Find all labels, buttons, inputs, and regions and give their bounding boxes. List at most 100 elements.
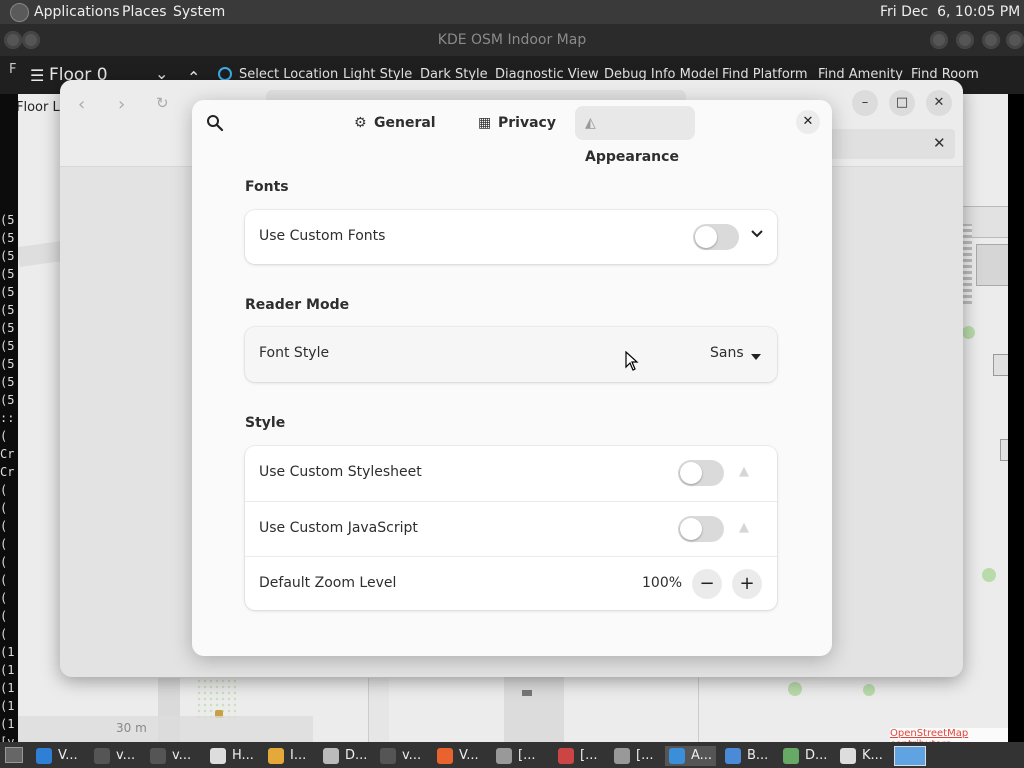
dropdown-arrow-icon[interactable] <box>750 347 762 366</box>
app-icon <box>150 747 166 764</box>
taskbar-item-label: B... <box>747 748 769 763</box>
browser-close-button[interactable]: ✕ <box>926 90 952 116</box>
taskbar-item-label: [... <box>580 748 598 763</box>
chevron-down-icon[interactable] <box>750 226 764 245</box>
app-title-bar: KDE OSM Indoor Map <box>0 24 1024 56</box>
tab-general[interactable]: ⚙ General <box>344 106 448 140</box>
terminal-line: (1 <box>0 699 15 713</box>
terminal-line: (1 <box>0 663 15 677</box>
dialog-close-button[interactable]: ✕ <box>796 110 820 134</box>
toggle-knob <box>695 226 717 248</box>
map-attribution[interactable]: OpenStreetMap contributors <box>890 728 1008 742</box>
system-menu[interactable]: System <box>173 4 225 20</box>
browser-maximize-button[interactable]: □ <box>889 90 915 116</box>
taskbar-item[interactable]: K... <box>840 746 883 766</box>
preferences-dialog: ⚙ General ▦ Privacy ◭ Appearance ✕ Fonts Us… <box>192 100 832 656</box>
terminal-line: ( <box>0 519 8 533</box>
minimize-button[interactable] <box>930 31 948 49</box>
edit-stylesheet-icon: ▲ <box>739 464 749 479</box>
app-icon <box>783 747 799 764</box>
zoom-out-button[interactable]: − <box>692 569 722 599</box>
hamburger-menu-icon[interactable]: ☰ <box>30 66 44 85</box>
terminal-line: (5 <box>0 213 15 227</box>
workspace-switcher[interactable] <box>894 746 926 766</box>
window-menu-button[interactable] <box>4 31 22 49</box>
places-menu[interactable]: Places <box>122 4 167 20</box>
zoom-level-label: Default Zoom Level <box>259 575 397 591</box>
taskbar-item[interactable]: D... <box>323 746 367 766</box>
terminal-line: (1 <box>0 681 15 695</box>
appearance-icon: ◭ <box>585 115 596 131</box>
map-crosswalk <box>962 224 972 304</box>
taskbar-item-label: v... <box>116 748 136 763</box>
zoom-level-value: 100% <box>642 575 683 591</box>
taskbar-item-label: I... <box>290 748 307 763</box>
gear-icon: ⚙ <box>354 115 367 131</box>
fonts-card: Use Custom Fonts <box>245 210 777 264</box>
app-icon <box>323 747 339 764</box>
forward-icon[interactable]: › <box>118 94 125 115</box>
tab-privacy[interactable]: ▦ Privacy <box>468 106 568 140</box>
terminal-strip[interactable]: (5 (5 (5 (5 (5 (5 (5 (5 (5 (5 (5::(Cr Cr((((((((((1… <box>0 94 18 749</box>
custom-javascript-toggle[interactable] <box>678 516 724 542</box>
taskbar-item[interactable]: [... <box>558 746 597 766</box>
tab-appearance-label: Appearance <box>585 149 679 165</box>
taskbar-item[interactable]: A... <box>665 746 717 766</box>
font-style-row[interactable]: Font Style Sans <box>245 327 777 382</box>
extra-window-button[interactable] <box>1006 31 1024 49</box>
map-building <box>976 244 1008 286</box>
maximize-button[interactable] <box>956 31 974 49</box>
use-custom-fonts-row[interactable]: Use Custom Fonts <box>245 210 777 265</box>
terminal-line: (5 <box>0 339 15 353</box>
terminal-line: ( <box>0 609 8 623</box>
toggle-knob <box>680 462 702 484</box>
app-icon <box>558 747 574 764</box>
reload-icon[interactable]: ↻ <box>156 94 169 112</box>
taskbar-item-label: V... <box>459 748 479 763</box>
use-custom-fonts-toggle[interactable] <box>693 224 739 250</box>
taskbar-item[interactable]: [... <box>496 746 535 766</box>
terminal-line: ( <box>0 501 8 515</box>
terminal-line: (5 <box>0 267 15 281</box>
taskbar-item[interactable]: v... <box>150 746 191 766</box>
taskbar-item[interactable]: B... <box>725 746 768 766</box>
app-icon <box>36 747 52 764</box>
terminal-line: (5 <box>0 249 15 263</box>
taskbar-item[interactable]: V... <box>437 746 479 766</box>
taskbar-item-label: [... <box>518 748 536 763</box>
reader-mode-card: Font Style Sans <box>245 327 777 382</box>
map-tree <box>962 326 975 339</box>
taskbar-item[interactable]: H... <box>210 746 254 766</box>
custom-stylesheet-toggle[interactable] <box>678 460 724 486</box>
applications-menu[interactable]: Applications <box>34 4 120 20</box>
taskbar-item[interactable]: V... <box>36 746 78 766</box>
tab-appearance[interactable]: ◭ Appearance <box>575 106 695 165</box>
zoom-in-button[interactable]: + <box>732 569 762 599</box>
app-icon <box>210 747 226 764</box>
show-desktop-icon[interactable] <box>5 747 23 763</box>
map-building <box>1000 439 1008 461</box>
browser-minimize-button[interactable]: – <box>852 90 878 116</box>
app-icon <box>437 747 453 764</box>
applications-icon[interactable] <box>10 3 29 22</box>
clock[interactable]: Fri Dec 6, 10:05 PM <box>880 4 1020 20</box>
search-icon[interactable] <box>206 114 224 136</box>
taskbar-item[interactable]: I... <box>268 746 306 766</box>
back-icon[interactable]: ‹ <box>78 94 85 115</box>
close-window-button[interactable] <box>982 31 1000 49</box>
custom-javascript-row[interactable]: Use Custom JavaScript ▲ <box>245 501 777 557</box>
terminal-line: (5 <box>0 321 15 335</box>
app-icon <box>840 747 856 764</box>
window-shade-button[interactable] <box>22 31 40 49</box>
font-style-value[interactable]: Sans <box>710 345 744 361</box>
taskbar-item[interactable]: v... <box>94 746 135 766</box>
find-bar-close-icon[interactable]: ✕ <box>933 134 946 152</box>
custom-stylesheet-row[interactable]: Use Custom Stylesheet ▲ <box>245 446 777 501</box>
taskbar-item[interactable]: [... <box>614 746 653 766</box>
map-tree <box>982 568 996 582</box>
taskbar-item-label: D... <box>805 748 828 763</box>
taskbar-item[interactable]: v... <box>380 746 421 766</box>
app-icon <box>725 747 741 764</box>
terminal-line: ( <box>0 537 8 551</box>
taskbar-item[interactable]: D... <box>783 746 827 766</box>
